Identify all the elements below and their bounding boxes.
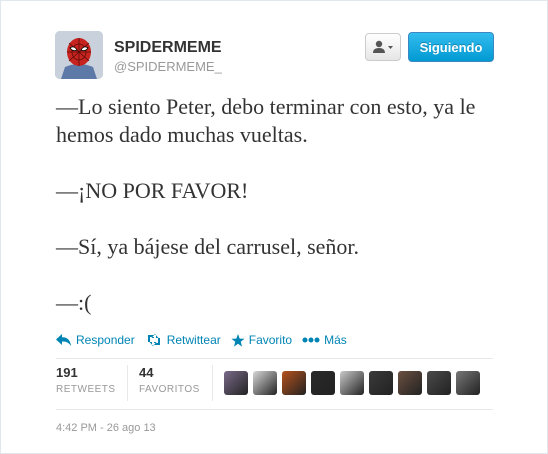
retweet-icon [147,334,160,346]
retweets-stat[interactable]: 191 RETWEETS [56,365,124,403]
retweets-count: 191 [56,365,78,380]
more-button[interactable]: Más [302,333,347,347]
tweet-timestamp[interactable]: 4:42 PM - 26 ago 13 [56,422,156,434]
favorites-stat[interactable]: 44 FAVORITOS [139,365,200,403]
user-actions-dropdown[interactable] [365,33,401,61]
user-handle[interactable]: @SPIDERMEME_ [114,59,222,74]
tweet-line: —:( [56,290,92,315]
favorites-label: FAVORITOS [139,384,200,395]
retweet-label: Retwittear [166,333,221,347]
divider [56,358,493,359]
reply-label: Responder [76,333,135,347]
reply-button[interactable]: Responder [56,333,135,347]
favoriter-avatar[interactable] [427,371,451,395]
favoriter-avatar[interactable] [398,371,422,395]
tweet-line: —¡NO POR FAVOR! [56,178,249,203]
reply-arrow-icon [56,334,71,346]
tweet-card: SPIDERMEME @SPIDERMEME_ Siguiendo —Lo si… [0,0,548,454]
stats-separator [212,365,213,401]
avatar[interactable] [55,31,103,79]
favoriters-avatars [224,371,485,395]
person-dropdown-icon [373,40,393,53]
favoriter-avatar[interactable] [282,371,306,395]
favoriter-avatar[interactable] [369,371,393,395]
favorite-button[interactable]: Favorito [231,333,292,347]
favoriter-avatar[interactable] [311,371,335,395]
favoriter-avatar[interactable] [456,371,480,395]
divider [56,409,493,410]
retweets-label: RETWEETS [56,384,116,395]
spiderman-avatar-icon [55,31,103,79]
tweet-line: —Sí, ya bájese del carrusel, señor. [56,234,360,259]
star-icon [231,333,245,347]
more-dots-icon [302,337,320,343]
tweet-actions: Responder Retwittear Favorito Más [56,331,357,349]
favoriter-avatar[interactable] [340,371,364,395]
following-button[interactable]: Siguiendo [408,32,494,62]
tweet-line: —Lo siento Peter, debo terminar con esto… [56,94,476,147]
favoriter-avatar[interactable] [224,371,248,395]
favoriter-avatar[interactable] [253,371,277,395]
stats-separator [127,365,128,401]
favorite-label: Favorito [248,333,293,347]
tweet-text: —Lo siento Peter, debo terminar con esto… [56,93,516,317]
favorites-count: 44 [139,365,154,380]
user-name[interactable]: SPIDERMEME [114,39,222,57]
more-label: Más [324,333,347,347]
retweet-button[interactable]: Retwittear [145,333,221,347]
